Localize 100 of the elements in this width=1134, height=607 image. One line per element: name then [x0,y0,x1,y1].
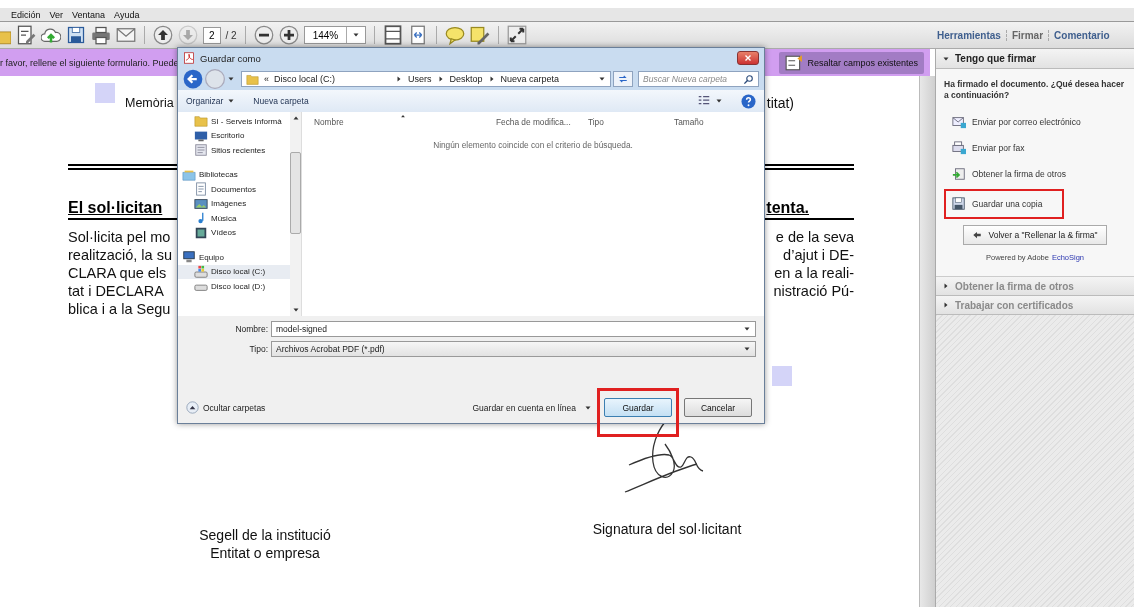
panel-action[interactable]: Guardar una copia [944,189,1064,219]
form-fields-icon [785,53,804,72]
hide-folders-button[interactable]: Ocultar carpetas [186,401,266,414]
search-icon [743,73,754,85]
back-icon[interactable] [183,69,203,89]
breadcrumb-item[interactable]: Disco local (C:) [274,74,336,84]
section-heading: tenta. [766,198,809,218]
online-save-dropdown[interactable]: Guardar en cuenta en línea [472,402,592,413]
command-button[interactable]: Nueva carpeta [253,96,309,106]
search-field[interactable]: Buscar Nueva carpeta [638,71,759,87]
expand-icon[interactable] [507,25,528,45]
zoom-out-icon[interactable] [253,25,274,45]
refresh-button[interactable] [613,71,633,87]
chevron-icon [436,75,445,83]
nav-item[interactable]: Equipo [178,250,290,265]
panel-section-header[interactable]: Tengo que firmar [936,49,1134,69]
address-bar[interactable]: « Disco local (C:) Users Desktop Nueva carpeta [241,71,611,87]
nav-item[interactable]: Vídeos [178,225,290,240]
column-header[interactable]: Fecha de modifica... [486,117,576,127]
dialog-button[interactable]: Guardar [604,398,672,417]
form-field[interactable] [772,366,792,386]
menu-item[interactable]: Edición [11,9,41,20]
close-icon [743,53,753,63]
nav-item[interactable]: Documentos [178,182,290,197]
document-edit-icon[interactable] [16,25,36,45]
highlight-fields-button[interactable]: Resaltar campos existentes [779,51,924,74]
page-total: / 2 [225,29,237,41]
nav-item[interactable]: Imágenes [178,196,290,211]
scroll-up-icon [291,114,300,122]
back-button[interactable]: Volver a "Rellenar la & firma" [963,225,1107,245]
nav-item[interactable]: Bibliotecas [178,167,290,182]
breadcrumb-item[interactable]: Users [408,74,432,84]
document-icon [194,182,208,197]
scrollbar[interactable] [919,76,935,607]
scroll-down-icon [291,306,300,314]
nav-item[interactable]: Disco local (D:) [178,279,290,294]
field-label: Nombre: [234,324,268,334]
section-heading: El sol·licitan [68,198,163,218]
nav-item[interactable]: Disco local (C:) [178,264,290,279]
caret-icon [743,325,751,333]
zoom-in-icon[interactable] [278,25,299,45]
menu-item[interactable]: Ventana [72,9,106,20]
envelope-icon[interactable] [116,25,136,45]
form-field[interactable] [95,83,115,103]
tab[interactable]: Herramientas [935,29,1006,41]
scrollbar[interactable] [290,112,301,316]
paragraph-text: d’ajut i DE- [783,246,854,264]
document-text: Memòria [125,95,174,112]
column-header[interactable]: Tipo [576,117,662,127]
paragraph-text: CLARA que els [68,264,167,282]
dialog-button[interactable]: Cancelar [684,398,752,417]
menu-item[interactable]: Ver [49,9,64,20]
speech-bubble-icon[interactable] [445,25,466,45]
fit-page-icon[interactable] [383,25,404,45]
panel-action[interactable]: Obtener la firma de otros [944,163,1080,185]
panel-action[interactable]: Enviar por correo electrónico [944,111,1095,133]
nav-item[interactable]: Sitios recientes [178,143,290,158]
tab[interactable]: Comentario [1048,29,1115,41]
cloud-upload-icon[interactable] [41,25,61,45]
menu-item[interactable]: Ayuda [114,9,140,20]
filename-field[interactable]: model-signed [271,321,756,337]
printer-icon[interactable] [91,25,111,45]
paragraph-text: realització, la su [68,246,172,264]
paragraph-text: nistració Pú- [773,282,854,300]
highlighter-icon[interactable] [470,25,491,45]
panel-action[interactable]: Enviar por fax [944,137,1064,159]
scroll-thumb[interactable] [290,152,301,234]
film-icon [194,225,208,240]
document-list-icon [194,143,208,158]
form-notice: r favor, rellene el siguiente formulario. Puede [0,57,179,68]
arrow-left-icon [972,230,983,240]
breadcrumb-item[interactable]: Nueva carpeta [500,74,560,84]
help-icon[interactable] [741,93,756,109]
stamp-label: Segell de la institució [199,526,331,544]
field-label: Tipo: [248,344,268,354]
breadcrumb-overflow[interactable]: « [264,74,269,84]
tab[interactable]: Firmar [1005,29,1049,41]
fax-icon [952,141,966,155]
paragraph-text: blica i a la Segu [68,300,171,318]
nav-item[interactable]: Música [178,211,290,226]
sort-arrow-icon [400,113,406,119]
refresh-icon [617,73,629,85]
zoom-field[interactable]: 144% [303,26,367,44]
file-type-dropdown[interactable]: Archivos Acrobat PDF (*.pdf) [271,341,756,357]
breadcrumb-item[interactable]: Desktop [449,74,483,84]
nav-item[interactable]: SI - Serveis Informà [178,114,290,129]
command-button[interactable]: Organizar [186,96,236,106]
picture-icon [194,196,208,211]
empty-message: Ningún elemento coincide con el criterio de búsqueda. [432,140,634,150]
column-header[interactable]: Nombre [302,117,486,127]
chevron-icon [487,75,496,83]
nav-item[interactable]: Escritorio [178,128,290,143]
arrow-up-icon[interactable] [153,25,173,45]
column-header[interactable]: Tamaño [662,117,734,127]
folder-icon [246,72,259,86]
document-text: titat) [766,94,794,112]
pdf-file-icon [183,52,195,64]
close-button[interactable] [737,51,759,65]
page-number-field[interactable]: 2 [203,26,221,44]
drive-icon [194,264,208,279]
